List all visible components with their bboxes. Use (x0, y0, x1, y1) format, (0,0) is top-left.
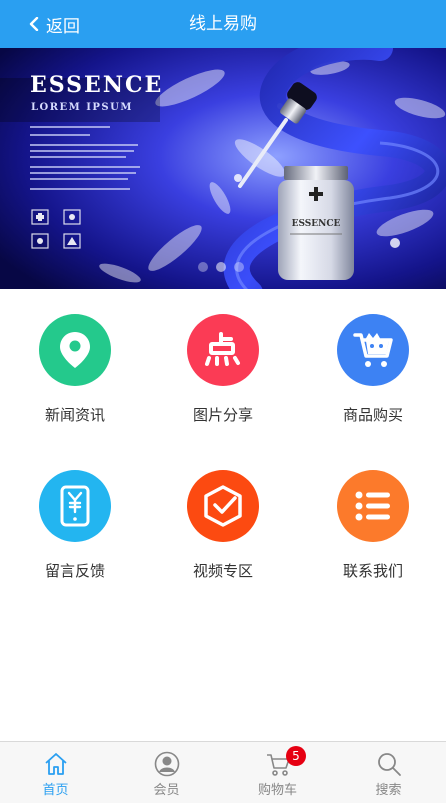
grid-item-circle (187, 314, 259, 386)
cart-count-badge: 5 (286, 746, 306, 766)
shopping-cart-icon (353, 333, 393, 367)
dian-character-icon (205, 332, 240, 366)
carousel-dot[interactable] (234, 262, 244, 272)
carousel-dot-active[interactable] (216, 262, 226, 272)
tab-label: 搜索 (375, 783, 402, 798)
tab-label: 会员 (153, 783, 180, 798)
yen-phone-icon (60, 485, 90, 527)
location-pin-icon (60, 332, 90, 368)
banner-tagline: LOREM IPSUM (31, 102, 133, 113)
grid-item-circle (187, 470, 259, 542)
grid-item-label: 视频专区 (192, 562, 253, 580)
tab-label: 首页 (42, 783, 69, 798)
grid-item-shop[interactable]: 商品购买 (298, 314, 446, 454)
grid-item-label: 新闻资讯 (44, 406, 105, 424)
banner-brand: ESSENCE (30, 72, 164, 98)
banner-carousel[interactable]: ESSENCE ESSENCE LOREM IPSUM (0, 48, 446, 289)
grid-item-label: 商品购买 (342, 406, 403, 424)
grid-item-contact[interactable]: 联系我们 (298, 470, 446, 610)
list-icon (355, 491, 390, 521)
carousel-dots (198, 262, 244, 272)
tab-member[interactable]: 会员 (111, 742, 222, 803)
grid-item-feedback[interactable]: 留言反馈 (0, 470, 150, 610)
grid-item-video[interactable]: 视频专区 (148, 470, 298, 610)
svg-text:ESSENCE: ESSENCE (292, 219, 341, 229)
page-title: 线上易购 (189, 14, 257, 34)
grid-item-label: 图片分享 (192, 406, 253, 424)
grid-item-label: 留言反馈 (44, 562, 105, 580)
tab-search[interactable]: 搜索 (333, 742, 444, 803)
grid-item-circle (39, 470, 111, 542)
grid-item-circle (39, 314, 111, 386)
tab-home[interactable]: 首页 (0, 742, 111, 803)
member-icon (154, 751, 179, 777)
grid-item-circle (337, 314, 409, 386)
hexagon-check-icon (204, 485, 242, 527)
grid-item-photos[interactable]: 图片分享 (148, 314, 298, 454)
grid-item-news[interactable]: 新闻资讯 (0, 314, 150, 454)
tab-cart[interactable]: 购物车 5 (222, 742, 333, 803)
tab-label: 购物车 (257, 783, 297, 798)
top-navbar: 返回 线上易购 (0, 0, 446, 48)
grid-item-circle (337, 470, 409, 542)
search-icon (377, 753, 401, 776)
carousel-dot[interactable] (198, 262, 208, 272)
bottom-tab-bar: 首页 会员 购物车 5 搜索 (0, 741, 446, 803)
grid-item-label: 联系我们 (342, 562, 403, 580)
home-icon (44, 753, 67, 775)
